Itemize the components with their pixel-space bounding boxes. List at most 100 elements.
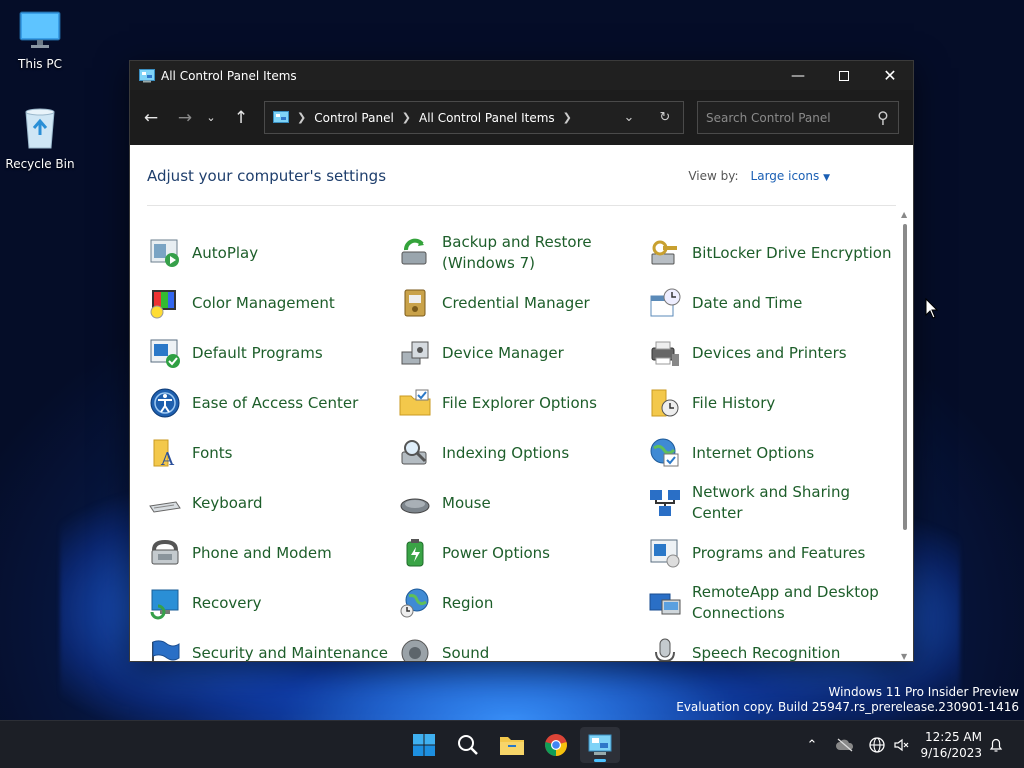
desktop-icon-this-pc[interactable]: This PC (0, 10, 80, 71)
cp-item-color-management[interactable]: Color Management (147, 281, 392, 325)
evaluation-watermark: Windows 11 Pro Insider Preview Evaluatio… (676, 685, 1019, 715)
address-toolbar: ← → ⌄ ↑ ❯ Control Panel ❯ All Control Pa… (130, 90, 913, 145)
minimize-button[interactable]: — (775, 61, 821, 90)
speaker-muted-icon (894, 738, 909, 752)
cp-item-label: Device Manager (442, 343, 564, 362)
cp-item-label: Fonts (192, 443, 233, 462)
network-tray-button[interactable] (866, 721, 888, 768)
taskbar-clock[interactable]: 12:25 AM 9/16/2023 (920, 729, 982, 761)
recent-locations-button[interactable]: ⌄ (200, 103, 222, 133)
show-hidden-icons-button[interactable]: ⌃ (800, 721, 824, 768)
close-icon: ✕ (883, 66, 897, 85)
cp-item-label: Phone and Modem (192, 543, 332, 562)
search-icon[interactable]: ⚲ (868, 108, 898, 127)
chevron-right-icon[interactable]: ❯ (297, 111, 306, 124)
maximize-button[interactable] (821, 61, 867, 90)
cp-item-backup-restore[interactable]: Backup and Restore (Windows 7) (397, 231, 642, 275)
cp-item-keyboard[interactable]: Keyboard (147, 481, 392, 525)
search-button[interactable] (448, 727, 488, 763)
cp-item-indexing-options[interactable]: Indexing Options (397, 431, 642, 475)
security-maintenance-icon (147, 635, 183, 661)
recycle-bin-icon (25, 108, 55, 149)
up-button[interactable]: ↑ (226, 103, 256, 133)
cp-item-default-programs[interactable]: Default Programs (147, 331, 392, 375)
chevron-right-icon[interactable]: ❯ (402, 111, 411, 124)
scroll-down-icon[interactable]: ▼ (901, 652, 907, 661)
cp-item-devices-printers[interactable]: Devices and Printers (647, 331, 892, 375)
bell-icon (989, 738, 1003, 752)
cp-item-recovery[interactable]: Recovery (147, 581, 392, 625)
control-panel-taskbar-button[interactable] (580, 727, 620, 763)
title-bar[interactable]: All Control Panel Items — ✕ (130, 61, 913, 90)
address-dropdown-button[interactable]: ⌄ (611, 110, 647, 125)
address-bar[interactable]: ❯ Control Panel ❯ All Control Panel Item… (264, 101, 684, 134)
back-button[interactable]: ← (136, 103, 166, 133)
cp-item-label: Date and Time (692, 293, 803, 312)
programs-features-icon (647, 535, 683, 571)
cp-item-label: AutoPlay (192, 243, 259, 262)
cp-item-security-maintenance[interactable]: Security and Maintenance (147, 631, 392, 661)
vertical-scrollbar[interactable]: ▲ ▼ (897, 206, 913, 661)
cp-item-credential-manager[interactable]: Credential Manager (397, 281, 642, 325)
chevron-right-icon[interactable]: ❯ (563, 111, 572, 124)
cp-item-sound[interactable]: Sound (397, 631, 642, 661)
autoplay-icon (147, 235, 183, 271)
cp-item-file-history[interactable]: File History (647, 381, 892, 425)
cp-item-region[interactable]: Region (397, 581, 642, 625)
search-box[interactable]: ⚲ (697, 101, 899, 134)
chrome-button[interactable] (536, 727, 576, 763)
onedrive-tray-button[interactable] (834, 721, 856, 768)
start-button[interactable] (404, 727, 444, 763)
cp-item-autoplay[interactable]: AutoPlay (147, 231, 392, 275)
search-input[interactable] (706, 110, 868, 125)
view-by-dropdown[interactable]: Large icons ▼ (751, 169, 830, 183)
file-explorer-button[interactable] (492, 727, 532, 763)
backup-restore-icon (397, 235, 433, 271)
cp-item-file-explorer-options[interactable]: File Explorer Options (397, 381, 642, 425)
cp-item-label: Devices and Printers (692, 343, 847, 362)
cp-item-fonts[interactable]: A Fonts (147, 431, 392, 475)
cp-item-ease-of-access[interactable]: Ease of Access Center (147, 381, 392, 425)
device-manager-icon (397, 335, 433, 371)
chevron-up-icon: ⌃ (806, 737, 818, 753)
control-panel-icon (588, 734, 612, 755)
scroll-up-icon[interactable]: ▲ (901, 210, 907, 219)
phone-modem-icon (147, 535, 183, 571)
active-app-indicator (594, 759, 606, 762)
cp-item-mouse[interactable]: Mouse (397, 481, 642, 525)
cp-item-device-manager[interactable]: Device Manager (397, 331, 642, 375)
scrollbar-thumb[interactable] (903, 224, 907, 530)
cp-item-speech-recognition[interactable]: Speech Recognition (647, 631, 892, 661)
breadcrumb-control-panel[interactable]: Control Panel (314, 111, 394, 125)
cp-item-bitlocker[interactable]: BitLocker Drive Encryption (647, 231, 892, 275)
clock-date: 9/16/2023 (920, 746, 982, 760)
chrome-icon (545, 734, 567, 756)
cp-item-remoteapp[interactable]: RemoteApp and Desktop Connections (647, 581, 892, 625)
network-sharing-icon (647, 485, 683, 521)
refresh-icon: ↻ (659, 110, 671, 125)
volume-tray-button[interactable] (890, 721, 912, 768)
cp-item-internet-options[interactable]: Internet Options (647, 431, 892, 475)
cp-item-phone-modem[interactable]: Phone and Modem (147, 531, 392, 575)
internet-options-icon (647, 435, 683, 471)
cp-item-power-options[interactable]: Power Options (397, 531, 642, 575)
desktop-icon-recycle-bin[interactable]: Recycle Bin (0, 106, 80, 171)
control-panel-icon (273, 110, 289, 123)
content-header: Adjust your computer's settings View by:… (147, 146, 896, 206)
close-button[interactable]: ✕ (867, 61, 913, 90)
cp-item-label: Speech Recognition (692, 643, 841, 662)
breadcrumb-all-items[interactable]: All Control Panel Items (419, 111, 555, 125)
cp-item-date-time[interactable]: Date and Time (647, 281, 892, 325)
control-panel-icon (139, 68, 155, 82)
cp-item-label: Security and Maintenance (192, 643, 388, 662)
cp-item-programs-features[interactable]: Programs and Features (647, 531, 892, 575)
notifications-button[interactable] (984, 721, 1008, 768)
forward-button[interactable]: → (170, 103, 200, 133)
cp-item-network-sharing[interactable]: Network and Sharing Center (647, 481, 892, 525)
mouse-icon (397, 485, 433, 521)
watermark-line-1: Windows 11 Pro Insider Preview (828, 685, 1019, 699)
refresh-button[interactable]: ↻ (647, 110, 683, 125)
arrow-up-icon: ↑ (233, 107, 249, 128)
cp-item-label: File Explorer Options (442, 393, 597, 412)
keyboard-icon (147, 485, 183, 521)
